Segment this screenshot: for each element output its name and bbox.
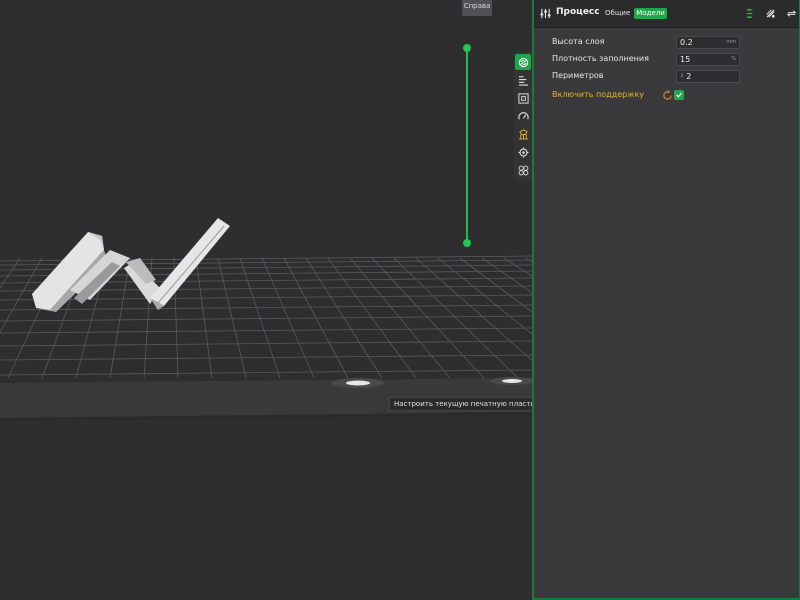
param-row-perimeters: Периметров ⇕ 2 xyxy=(552,70,782,84)
gear-icon xyxy=(517,146,529,158)
panel-title: Процесс xyxy=(556,7,600,17)
toolbar-multimaterial-button[interactable] xyxy=(515,162,531,178)
view-orientation-label[interactable]: Справа xyxy=(462,0,492,16)
spin-arrows-icon[interactable]: ⇕ xyxy=(680,71,684,82)
toolbar-strength-button[interactable] xyxy=(515,72,531,88)
layer-slider-track[interactable] xyxy=(466,48,468,244)
toolbar-support-button[interactable] xyxy=(515,126,531,142)
speed-icon xyxy=(517,111,529,119)
object-settings-toolbar xyxy=(514,52,532,180)
support-icon xyxy=(518,128,528,140)
strength-icon xyxy=(518,75,528,86)
infill-density-label: Плотность заполнения xyxy=(552,54,649,63)
param-row-layer-height: Высота слоя 0.2 mm xyxy=(552,36,782,50)
enable-support-checkbox[interactable] xyxy=(674,90,684,100)
toolbar-speed-button[interactable] xyxy=(515,108,531,124)
process-mode-tabs: Общие Модели xyxy=(603,8,667,19)
layer-height-value: 0.2 xyxy=(680,38,693,47)
toolbar-infill-button[interactable] xyxy=(515,90,531,106)
bed-hole-glow xyxy=(346,380,370,386)
perimeters-value: 2 xyxy=(686,72,692,81)
process-settings-panel: Процесс Общие Модели Высота слоя 0.2 mm … xyxy=(532,0,800,600)
infill-density-value: 15 xyxy=(680,55,691,64)
toolbar-others-button[interactable] xyxy=(515,144,531,160)
plate-scene xyxy=(0,218,532,421)
infill-icon xyxy=(517,92,529,104)
bed-hole-glow xyxy=(502,379,522,383)
reset-to-system-icon[interactable] xyxy=(662,90,673,101)
check-icon xyxy=(676,92,682,98)
enable-support-label: Включить поддержку xyxy=(552,90,644,99)
tab-objects[interactable]: Модели xyxy=(634,8,667,19)
perimeters-spinbox[interactable]: ⇕ 2 xyxy=(676,70,740,83)
layer-height-label: Высота слоя xyxy=(552,37,605,46)
sliders-icon xyxy=(540,8,551,19)
3d-viewport[interactable]: Справа Настроить текущую печатную пласти… xyxy=(0,0,532,600)
layer-range-slider[interactable] xyxy=(460,44,474,248)
compare-presets-icon[interactable] xyxy=(765,8,776,19)
quality-icon xyxy=(518,57,528,67)
tab-global[interactable]: Общие xyxy=(603,8,632,19)
process-panel-header: Процесс Общие Модели xyxy=(534,0,799,28)
infill-density-unit: % xyxy=(731,56,736,62)
param-row-enable-support: Включить поддержку xyxy=(552,89,782,103)
toolbar-quality-button[interactable] xyxy=(515,54,531,70)
layer-height-unit: mm xyxy=(726,39,736,45)
param-row-infill-density: Плотность заполнения 15 % xyxy=(552,53,782,67)
layer-slider-bottom-handle[interactable] xyxy=(463,239,471,247)
swap-icon[interactable] xyxy=(786,8,797,19)
plate-settings-tooltip: Настроить текущую печатную пластину xyxy=(389,397,532,411)
perimeters-label: Периметров xyxy=(552,71,604,80)
fan-icon xyxy=(518,165,528,175)
advanced-settings-icon[interactable] xyxy=(744,8,755,19)
layer-slider-top-handle[interactable] xyxy=(463,44,471,52)
infill-density-input[interactable]: 15 % xyxy=(676,53,740,66)
layer-height-input[interactable]: 0.2 mm xyxy=(676,36,740,49)
